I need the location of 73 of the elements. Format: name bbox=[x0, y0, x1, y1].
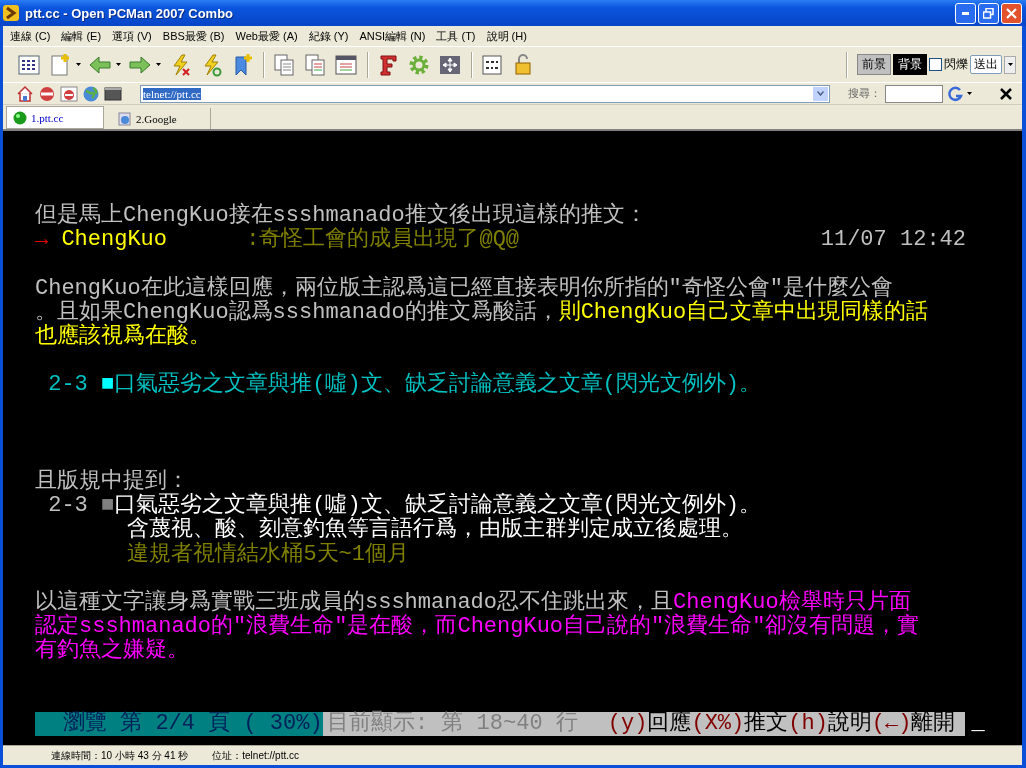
terminal-text: (h) bbox=[788, 711, 828, 737]
send-dropdown-button[interactable] bbox=[1004, 55, 1016, 74]
terminal-text: 推文 bbox=[744, 711, 789, 737]
connection-time: 連線時間：10 小時 43 分 41 秒 bbox=[51, 748, 189, 763]
stop-sign-icon[interactable] bbox=[60, 84, 78, 103]
terminal-text: 離開 bbox=[911, 711, 956, 737]
terminal-text: (←) bbox=[871, 711, 912, 737]
menu-item[interactable]: 選項 (V) bbox=[109, 28, 160, 44]
menu-item[interactable]: 說明 (H) bbox=[483, 28, 535, 44]
menu-item[interactable]: BBS最愛 (B) bbox=[159, 28, 233, 44]
background-button[interactable]: 背景 bbox=[893, 54, 927, 75]
chevron-icon bbox=[817, 91, 824, 96]
menu-item[interactable]: 編輯 (E) bbox=[58, 28, 110, 44]
blink-label: 閃爍 bbox=[944, 56, 968, 73]
terminal-text: 含蔑視、酸、刻意釣魚等言語行爲，由版主群判定成立後處理。 bbox=[126, 518, 744, 543]
address-status: 位址：telnet://ptt.cc bbox=[212, 748, 299, 763]
menu-item[interactable]: 工具 (T) bbox=[433, 28, 484, 44]
terminal-text: 瀏覽 第 2/4 頁 ( 30%) bbox=[63, 711, 323, 737]
terminal-text: (y) bbox=[607, 711, 648, 737]
close-icon bbox=[1006, 7, 1017, 19]
blink-checkbox[interactable] bbox=[929, 58, 942, 71]
tab[interactable]: 1.ptt.cc bbox=[6, 106, 104, 129]
home-icon[interactable] bbox=[16, 84, 34, 103]
window-title: ptt.cc - Open PCMan 2007 Combo bbox=[25, 5, 235, 21]
close-icon[interactable] bbox=[1000, 87, 1012, 100]
terminal-text: 目前顯示: 第 18~40 行 bbox=[327, 711, 578, 737]
foreground-button[interactable]: 前景 bbox=[857, 54, 891, 75]
terminal-text: ChengKuo bbox=[60, 228, 169, 253]
search-label: 搜尋： bbox=[848, 86, 881, 101]
terminal-text: 違規者視情結水桶5天~1個月 bbox=[126, 542, 410, 567]
menu-item[interactable]: ANSI編輯 (N) bbox=[356, 28, 434, 44]
terminal-text: → bbox=[35, 228, 49, 253]
terminal-text: 2-3 bbox=[47, 494, 89, 519]
window-list-icon[interactable] bbox=[334, 52, 358, 77]
terminal-text: 口氣惡劣之文章與推(噓)文、缺乏討論意義之文章(閃光文例外)。 bbox=[114, 373, 762, 398]
site-list-icon[interactable] bbox=[17, 52, 41, 77]
terminal-text: (X%) bbox=[691, 711, 745, 737]
terminal-text: 但是馬上ChengKuo接在ssshmanado推文後出現這樣的推文： bbox=[35, 204, 647, 228]
restore-icon bbox=[983, 7, 994, 19]
terminal-text: :奇怪工會的成員出現了@Q@ bbox=[246, 228, 520, 253]
dropdown-button[interactable] bbox=[813, 86, 828, 101]
menu-item[interactable]: Web最愛 (A) bbox=[232, 28, 306, 44]
copy-icon[interactable] bbox=[272, 52, 296, 77]
ball-icon bbox=[13, 110, 27, 125]
terminal-text: 有釣魚之嫌疑。 bbox=[35, 639, 189, 664]
search-field[interactable] bbox=[885, 84, 943, 103]
address-field[interactable]: telnet://ptt.cc bbox=[140, 84, 830, 103]
terminal-text: 2-3 bbox=[47, 373, 89, 398]
document-globe-icon bbox=[118, 111, 132, 126]
caret-icon[interactable] bbox=[1007, 63, 1013, 66]
keyboard-chart-icon[interactable] bbox=[480, 52, 504, 77]
menu-item[interactable]: 紀錄 (Y) bbox=[305, 28, 357, 44]
minimize-icon bbox=[962, 11, 969, 15]
restore-button[interactable] bbox=[978, 2, 999, 24]
terminal-text: 回應 bbox=[647, 711, 692, 737]
terminal-text: ■ bbox=[101, 373, 115, 398]
caret-icon[interactable] bbox=[967, 92, 972, 95]
close-button[interactable] bbox=[1001, 2, 1022, 24]
g-logo-icon[interactable] bbox=[947, 85, 963, 102]
caret-icon[interactable] bbox=[156, 63, 161, 66]
paste-icon[interactable] bbox=[303, 52, 327, 77]
terminal-text: 說明 bbox=[827, 711, 872, 737]
app-icon bbox=[2, 4, 20, 22]
send-button[interactable]: 送出 bbox=[970, 55, 1002, 74]
timestamp: 11/07 12:42 bbox=[820, 228, 966, 253]
window-icon[interactable] bbox=[104, 84, 122, 103]
cursor: _ bbox=[971, 711, 985, 737]
minimize-button[interactable] bbox=[955, 2, 976, 24]
caret-icon[interactable] bbox=[116, 63, 121, 66]
menu-item[interactable]: 連線 (C) bbox=[7, 28, 59, 44]
caret-icon[interactable] bbox=[76, 63, 81, 66]
terminal-text: ■ bbox=[101, 494, 115, 519]
stop-sign-icon[interactable] bbox=[38, 84, 56, 103]
